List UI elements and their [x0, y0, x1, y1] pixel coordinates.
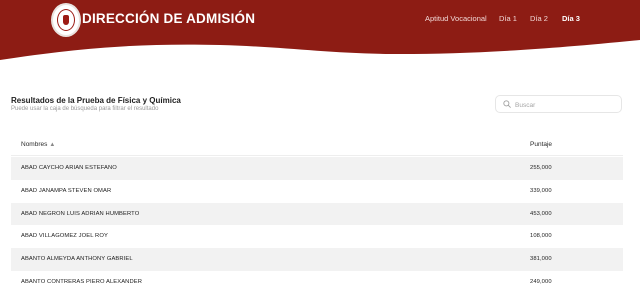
row-name: ABAD CAYCHO ARIAN ESTEFANO	[21, 165, 117, 171]
nav-aptitud-vocacional[interactable]: Aptitud Vocacional	[425, 14, 487, 23]
row-score: 453,000	[530, 210, 552, 217]
sort-ascending-icon: ▲	[49, 142, 56, 148]
search-icon	[503, 100, 511, 108]
row-score: 339,000	[530, 187, 552, 194]
nav-dia-1[interactable]: Día 1	[499, 14, 517, 23]
table-row[interactable]: ABANTO CONTRERAS PIERO ALEXANDER 249,000	[11, 271, 623, 294]
nav-dia-2[interactable]: Día 2	[530, 14, 548, 23]
row-name: ABAD VILLAGOMEZ JOEL ROY	[21, 233, 108, 240]
row-name: ABANTO CONTRERAS PIERO ALEXANDER	[21, 278, 142, 285]
table-row[interactable]: ABAD NEGRON LUIS ADRIAN HUMBERTO 453,000	[11, 202, 623, 226]
row-name: ABANTO ALMEYDA ANTHONY GABRIEL	[21, 256, 133, 263]
search-input[interactable]	[513, 97, 621, 113]
table-row[interactable]: ABAD JANAMPA STEVEN OMAR 339,000	[11, 180, 623, 203]
row-name: ABAD JANAMPA STEVEN OMAR	[21, 187, 112, 194]
row-score: 108,000	[530, 233, 552, 240]
nav-dia-3[interactable]: Día 3	[562, 14, 580, 23]
table-row[interactable]: ABAD CAYCHO ARIAN ESTEFANO 255,000	[11, 157, 623, 180]
row-score: 255,000	[530, 165, 552, 171]
results-table-body: ABAD CAYCHO ARIAN ESTEFANO 255,000 ABAD …	[11, 157, 623, 294]
column-header-nombres[interactable]: Nombres ▲	[21, 141, 55, 148]
column-label-nombres: Nombres	[21, 141, 48, 148]
search-box[interactable]	[495, 95, 622, 113]
results-title: Resultados de la Prueba de Física y Quím…	[11, 96, 181, 105]
site-header: DIRECCIÓN DE ADMISIÓN Aptitud Vocacional…	[0, 0, 640, 70]
column-header-puntaje[interactable]: Puntaje	[530, 141, 552, 148]
table-header: Nombres ▲ Puntaje	[11, 134, 623, 156]
row-score: 381,000	[530, 256, 552, 263]
row-name: ABAD NEGRON LUIS ADRIAN HUMBERTO	[21, 210, 140, 217]
table-row[interactable]: ABAD VILLAGOMEZ JOEL ROY 108,000	[11, 225, 623, 248]
row-score: 249,000	[530, 278, 552, 285]
table-row[interactable]: ABANTO ALMEYDA ANTHONY GABRIEL 381,000	[11, 248, 623, 271]
results-subtitle: Puede usar la caja de búsqueda para filt…	[11, 106, 159, 112]
main-nav: Aptitud Vocacional Día 1 Día 2 Día 3	[0, 14, 640, 28]
